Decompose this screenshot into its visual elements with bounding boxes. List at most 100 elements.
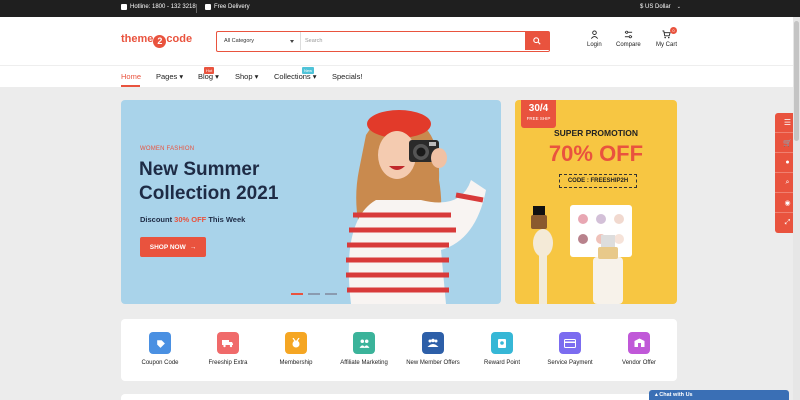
promo-date-tag: 30/4 FREE SHIP [521, 100, 556, 128]
service-label: Reward Point [483, 360, 521, 366]
nav-active-underline [121, 85, 140, 87]
list-icon: ☰ [783, 118, 792, 127]
category-value: All Category [224, 38, 254, 44]
slider-dots [291, 293, 337, 295]
service-membership[interactable]: Membership [261, 332, 331, 366]
promo-discount: 70% OFF [548, 141, 644, 166]
promo-date: 30/4 [528, 103, 549, 114]
sliders-icon [624, 30, 632, 39]
service-label: Membership [279, 360, 313, 366]
service-label: Service Payment [547, 360, 593, 366]
header: theme2code All Category Login Compare 0 … [0, 17, 800, 65]
truck-icon [217, 332, 239, 354]
nav-specials[interactable]: Specials! [332, 72, 362, 81]
nav-collections[interactable]: Collections ▾ New [274, 67, 317, 81]
service-affiliate-marketing[interactable]: Affiliate Marketing [329, 332, 399, 366]
hero-title-line-1: New Summer [139, 159, 260, 180]
hotline: Hotline: 1800 - 132 3218 [121, 4, 196, 10]
eye-icon: ◉ [784, 199, 791, 207]
promo-tag-text: FREE SHIP [526, 116, 551, 121]
hero-discount: Discount 30% OFF This Week [140, 215, 245, 224]
hero-photo [346, 110, 486, 304]
caret-down-icon: ▾ [215, 72, 219, 81]
cart-count-badge: 0 [670, 27, 677, 34]
nav-shop[interactable]: Shop ▾ [235, 72, 258, 81]
service-coupon-code[interactable]: Coupon Code [125, 332, 195, 366]
chevron-up-icon: ▴ [655, 392, 658, 398]
scrollbar-thumb[interactable] [794, 21, 799, 141]
service-label: Affiliate Marketing [340, 360, 388, 366]
chevron-down-icon: ⌄ [676, 4, 681, 10]
card-icon [559, 332, 581, 354]
search-icon: ⌕ [785, 178, 790, 186]
service-service-payment[interactable]: Service Payment [535, 332, 605, 366]
medal-icon [285, 332, 307, 354]
logo-badge: 2 [153, 35, 167, 48]
cart-icon: 🛒 [783, 139, 792, 147]
group-icon [422, 332, 444, 354]
service-label: Coupon Code [141, 360, 179, 366]
page-scrollbar[interactable] [793, 17, 800, 400]
service-label: Vendor Offer [622, 360, 656, 366]
expand-icon: ⤢ [784, 219, 791, 226]
cosmetics-illustration [531, 205, 632, 304]
hero-title-line-2: Collection 2021 [139, 183, 279, 204]
next-section-edge [121, 394, 677, 400]
slider-dot[interactable] [325, 293, 337, 295]
discount-prefix: Discount [140, 215, 175, 224]
chat-widget[interactable]: ▴ Chat with Us [649, 390, 789, 400]
search-icon [533, 37, 541, 45]
delivery-truck-icon [205, 4, 211, 10]
nav-home[interactable]: Home [121, 72, 141, 81]
category-select[interactable]: All Category [217, 32, 301, 50]
shop-now-label: SHOP NOW [149, 243, 186, 251]
top-bar: Hotline: 1800 - 132 3218 Free Delivery $… [0, 0, 800, 17]
search-input[interactable] [305, 33, 523, 49]
promo-code: CODE : FREESHIP2H [559, 174, 637, 188]
service-new-member-offers[interactable]: New Member Offers [398, 332, 468, 366]
hot-badge: Hot [204, 67, 215, 74]
nav-pages[interactable]: Pages ▾ [156, 72, 183, 81]
cart-button[interactable]: 0 My Cart [656, 27, 677, 48]
hotline-text: Hotline: 1800 - 132 3218 [130, 4, 196, 10]
discount-suffix: This Week [206, 215, 246, 224]
caret-down-icon: ▾ [179, 72, 184, 81]
service-reward-point[interactable]: Reward Point [467, 332, 537, 366]
search-bar: All Category [216, 31, 550, 52]
logo[interactable]: theme 2 code [121, 33, 192, 48]
login-button[interactable]: Login [587, 30, 602, 48]
free-delivery-text: Free Delivery [214, 4, 250, 10]
chat-label: Chat with Us [659, 392, 693, 398]
promo-banner[interactable]: 30/4 FREE SHIP SUPER PROMOTION 70% OFF C… [515, 100, 677, 304]
topbar-divider [196, 4, 197, 13]
nav-pages-label: Pages [156, 72, 178, 81]
logo-text-left: theme [121, 33, 154, 45]
service-label: New Member Offers [406, 360, 460, 366]
arrow-right-icon: → [189, 243, 197, 251]
affiliate-icon [353, 332, 375, 354]
nav-blog[interactable]: Blog ▾ Hot [198, 67, 219, 81]
main-nav: Home Pages ▾ Blog ▾ Hot Shop ▾ Collectio… [0, 65, 800, 87]
compare-label: Compare [616, 42, 641, 48]
user-icon [590, 30, 598, 39]
vendor-icon [628, 332, 650, 354]
promo-heading: SUPER PROMOTION [553, 128, 639, 138]
shop-now-button[interactable]: SHOP NOW → [140, 237, 206, 257]
caret-down-icon: ▾ [254, 72, 259, 81]
service-freeship-extra[interactable]: Freeship Extra [193, 332, 263, 366]
service-vendor-offer[interactable]: Vendor Offer [604, 332, 674, 366]
currency-selector[interactable]: $ US Dollar ⌄ [640, 4, 681, 10]
slider-dot[interactable] [308, 293, 320, 295]
cart-label: My Cart [656, 42, 677, 48]
reward-icon [491, 332, 513, 354]
hero-eyebrow: WOMEN FASHION [140, 146, 195, 152]
nav-shop-label: Shop [235, 72, 253, 81]
search-button[interactable] [525, 32, 549, 50]
slider-dot[interactable] [291, 293, 303, 295]
hero-banner[interactable]: WOMEN FASHION New Summer Collection 2021… [121, 100, 501, 304]
currency-text: $ US Dollar [640, 4, 671, 10]
compare-button[interactable]: Compare [616, 30, 641, 48]
logo-text-right: code [166, 33, 193, 45]
phone-icon [121, 4, 127, 10]
new-badge: New [302, 67, 315, 74]
